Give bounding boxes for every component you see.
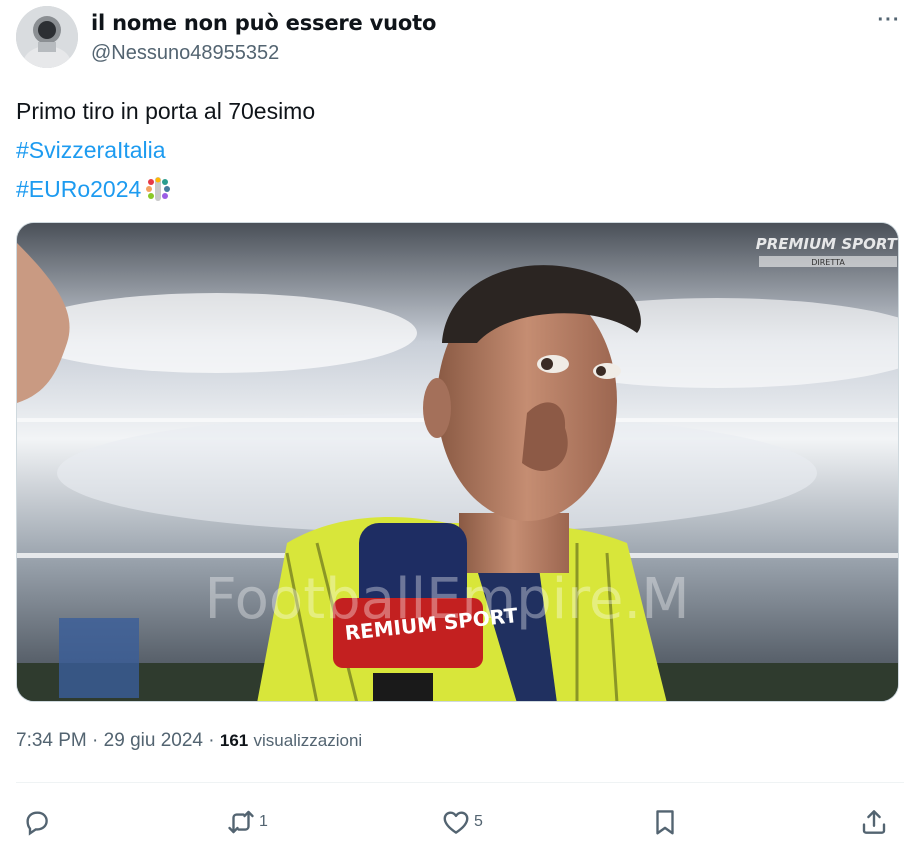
video-watermark: FootballEmpire.M [204, 567, 689, 632]
action-bar: 1 5 [16, 800, 904, 844]
like-button[interactable]: 5 [441, 800, 483, 844]
hashtag-link[interactable]: #EURo2024 [16, 176, 141, 202]
like-count: 5 [474, 813, 483, 830]
more-options-icon[interactable]: ··· [874, 8, 904, 38]
reply-icon [26, 811, 48, 836]
author-display-name[interactable]: il nome non può essere vuoto [91, 11, 436, 35]
euro2024-trophy-emoji-icon [146, 177, 171, 201]
avatar[interactable] [16, 6, 78, 68]
retweet-count: 1 [259, 813, 268, 830]
author-handle[interactable]: @Nessuno48955352 [91, 42, 279, 65]
tweet-metadata: 7:34 PM · 29 giu 2024 · 161 visualizzazi… [16, 730, 362, 752]
meta-separator: · [208, 730, 215, 751]
views-label: visualizzazioni [253, 731, 363, 750]
tweet-media-image[interactable]: REMIUM SPORT FootballEmpire.M PREMIUM SP… [16, 222, 899, 702]
tweet-text: Primo tiro in porta al 70esimo #Svizzera… [16, 92, 315, 209]
hashtag-link[interactable]: #SvizzeraItalia [16, 137, 166, 163]
retweet-icon [228, 810, 254, 834]
share-button[interactable] [859, 800, 889, 844]
views-count: 161 [219, 731, 249, 750]
reply-button[interactable] [22, 800, 52, 844]
tweet-body: Primo tiro in porta al 70esimo [16, 98, 316, 124]
share-icon [862, 810, 886, 834]
retweet-button[interactable]: 1 [226, 800, 268, 844]
divider [16, 782, 904, 783]
bookmark-button[interactable] [650, 800, 680, 844]
live-label: DIRETTA [811, 258, 845, 267]
bookmark-icon [656, 810, 674, 835]
tweet-header: il nome non può essere vuoto @Nessuno489… [16, 6, 904, 70]
heart-icon [443, 811, 469, 834]
tweet-date[interactable]: 29 giu 2024 [104, 730, 203, 751]
tweet-time[interactable]: 7:34 PM [16, 730, 87, 751]
broadcaster-logo: PREMIUM SPORT [756, 235, 899, 253]
meta-separator: · [92, 730, 99, 751]
